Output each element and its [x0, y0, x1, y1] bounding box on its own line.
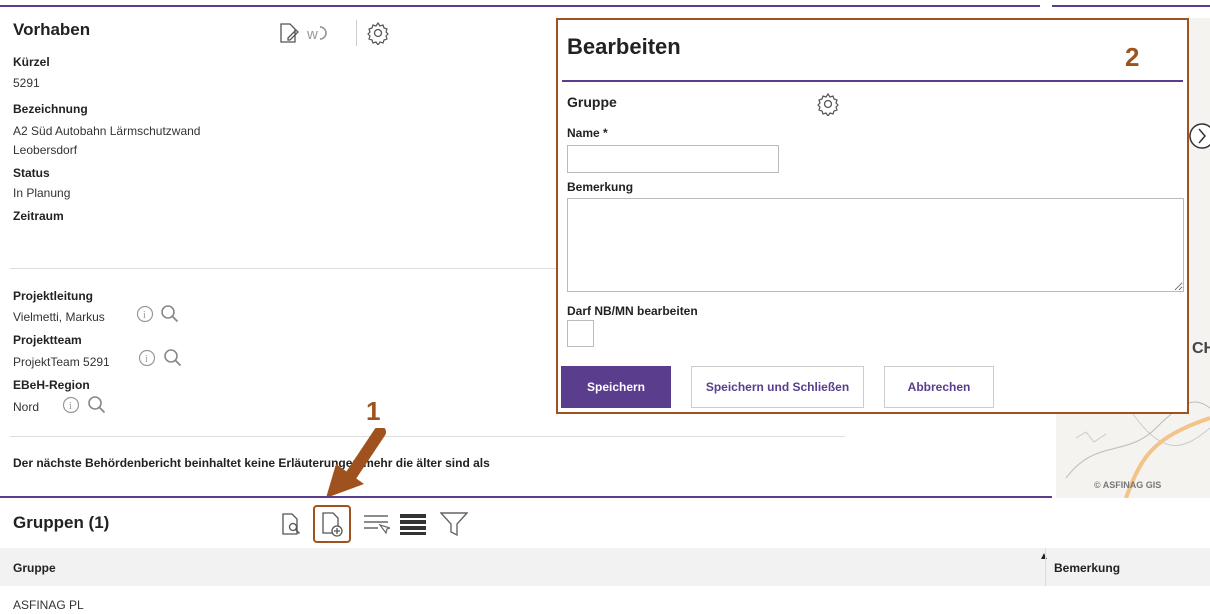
map-copyright: © ASFINAG GIS [1094, 480, 1162, 490]
search-icon[interactable] [87, 395, 107, 415]
top-rule-right [1052, 5, 1210, 7]
label-projektleitung: Projektleitung [13, 289, 94, 303]
column-header-bemerkung[interactable]: Bemerkung [1054, 561, 1120, 575]
column-header-gruppe[interactable]: Gruppe [13, 561, 56, 575]
save-button[interactable]: Speichern [561, 366, 671, 408]
dialog-title: Bearbeiten [567, 34, 681, 59]
label-ebeh-region: EBeH-Region [13, 378, 90, 392]
dialog-title-rule [562, 80, 1183, 82]
report-notice: Der nächste Behördenbericht beinhaltet k… [13, 456, 490, 470]
bemerkung-label: Bemerkung [567, 180, 634, 194]
edit-document-icon[interactable] [278, 22, 300, 44]
bemerkung-textarea[interactable] [567, 198, 1184, 292]
field-value-status: In Planung [13, 186, 71, 200]
value-ebeh-region: Nord [13, 400, 40, 414]
map-label-partial: CH [1192, 340, 1210, 357]
sort-ascending-icon[interactable]: ▲ [1039, 551, 1049, 562]
column-divider [1045, 548, 1046, 586]
svg-text:i: i [69, 401, 72, 412]
toolbar-divider [356, 20, 357, 46]
search-icon[interactable] [160, 304, 180, 324]
annotation-arrow-icon [318, 426, 388, 513]
save-and-close-button[interactable]: Speichern und Schließen [691, 366, 864, 408]
label-projektteam: Projektteam [13, 333, 82, 347]
top-rule-left [0, 5, 1040, 7]
search-icon[interactable] [163, 348, 183, 368]
name-label: Name * [567, 126, 608, 140]
filter-icon[interactable] [440, 511, 468, 537]
gruppen-rule [0, 496, 1052, 498]
list-view-icon[interactable] [399, 513, 427, 535]
info-icon[interactable]: i [136, 305, 154, 323]
info-icon[interactable]: i [62, 396, 80, 414]
field-label-zeitraum: Zeitraum [13, 209, 64, 223]
field-value-bezeichnung: A2 Süd Autobahn Lärmschutzwand Leobersdo… [13, 124, 201, 157]
word-export-icon[interactable]: w [307, 24, 331, 42]
select-rows-icon[interactable] [362, 512, 390, 536]
add-document-button[interactable] [313, 505, 351, 543]
cancel-button[interactable]: Abbrechen [884, 366, 994, 408]
field-label-status: Status [13, 166, 50, 180]
divider [10, 436, 845, 437]
darf-bearbeiten-label: Darf NB/MN bearbeiten [567, 304, 698, 318]
info-icon[interactable]: i [138, 349, 156, 367]
table-cell-gruppe[interactable]: ASFINAG PL [13, 598, 84, 612]
view-document-icon[interactable] [281, 512, 303, 536]
annotation-1: 1 [366, 396, 381, 426]
value-projektleitung: Vielmetti, Markus [13, 310, 105, 324]
vorhaben-title: Vorhaben [13, 20, 91, 39]
darf-bearbeiten-checkbox[interactable] [567, 320, 594, 347]
edit-dialog: Bearbeiten 2 Gruppe Name * Bemerkung Dar… [556, 18, 1189, 414]
field-label-kuerzel: Kürzel [13, 55, 50, 69]
section-title-gruppe: Gruppe [567, 94, 617, 110]
svg-text:w: w [307, 26, 318, 42]
gear-icon[interactable] [816, 92, 840, 116]
gruppen-title: Gruppen (1) [13, 513, 110, 532]
value-projektteam: ProjektTeam 5291 [13, 355, 110, 369]
svg-text:i: i [145, 354, 148, 365]
gear-icon[interactable] [366, 21, 390, 45]
svg-text:i: i [143, 310, 146, 321]
annotation-2: 2 [1125, 42, 1140, 72]
field-value-kuerzel: 5291 [13, 76, 40, 90]
name-input[interactable] [567, 145, 779, 173]
table-header [0, 548, 1210, 586]
field-label-bezeichnung: Bezeichnung [13, 102, 88, 116]
